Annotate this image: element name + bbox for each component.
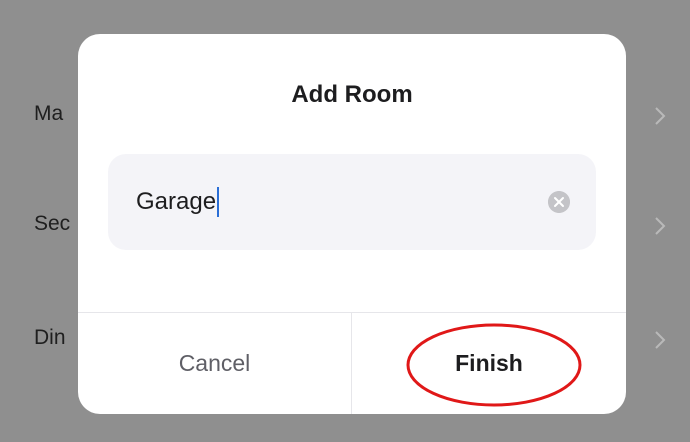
finish-button[interactable]: Finish	[352, 313, 626, 414]
cancel-button[interactable]: Cancel	[78, 313, 351, 414]
background-row-label: Ma	[34, 102, 64, 125]
room-name-input[interactable]: Garage	[108, 154, 596, 250]
add-room-dialog: Add Room Garage Cancel Finish	[78, 34, 626, 414]
background-row-label: Sec	[34, 212, 71, 235]
chevron-right-icon	[655, 331, 666, 349]
room-name-input-text[interactable]: Garage	[136, 184, 220, 220]
room-name-value: Garage	[136, 188, 217, 215]
clear-icon[interactable]	[548, 191, 570, 213]
background-row-label: Din	[34, 326, 66, 349]
text-caret	[217, 187, 220, 217]
chevron-right-icon	[655, 107, 666, 125]
dialog-title: Add Room	[291, 81, 413, 108]
chevron-right-icon	[655, 217, 666, 235]
